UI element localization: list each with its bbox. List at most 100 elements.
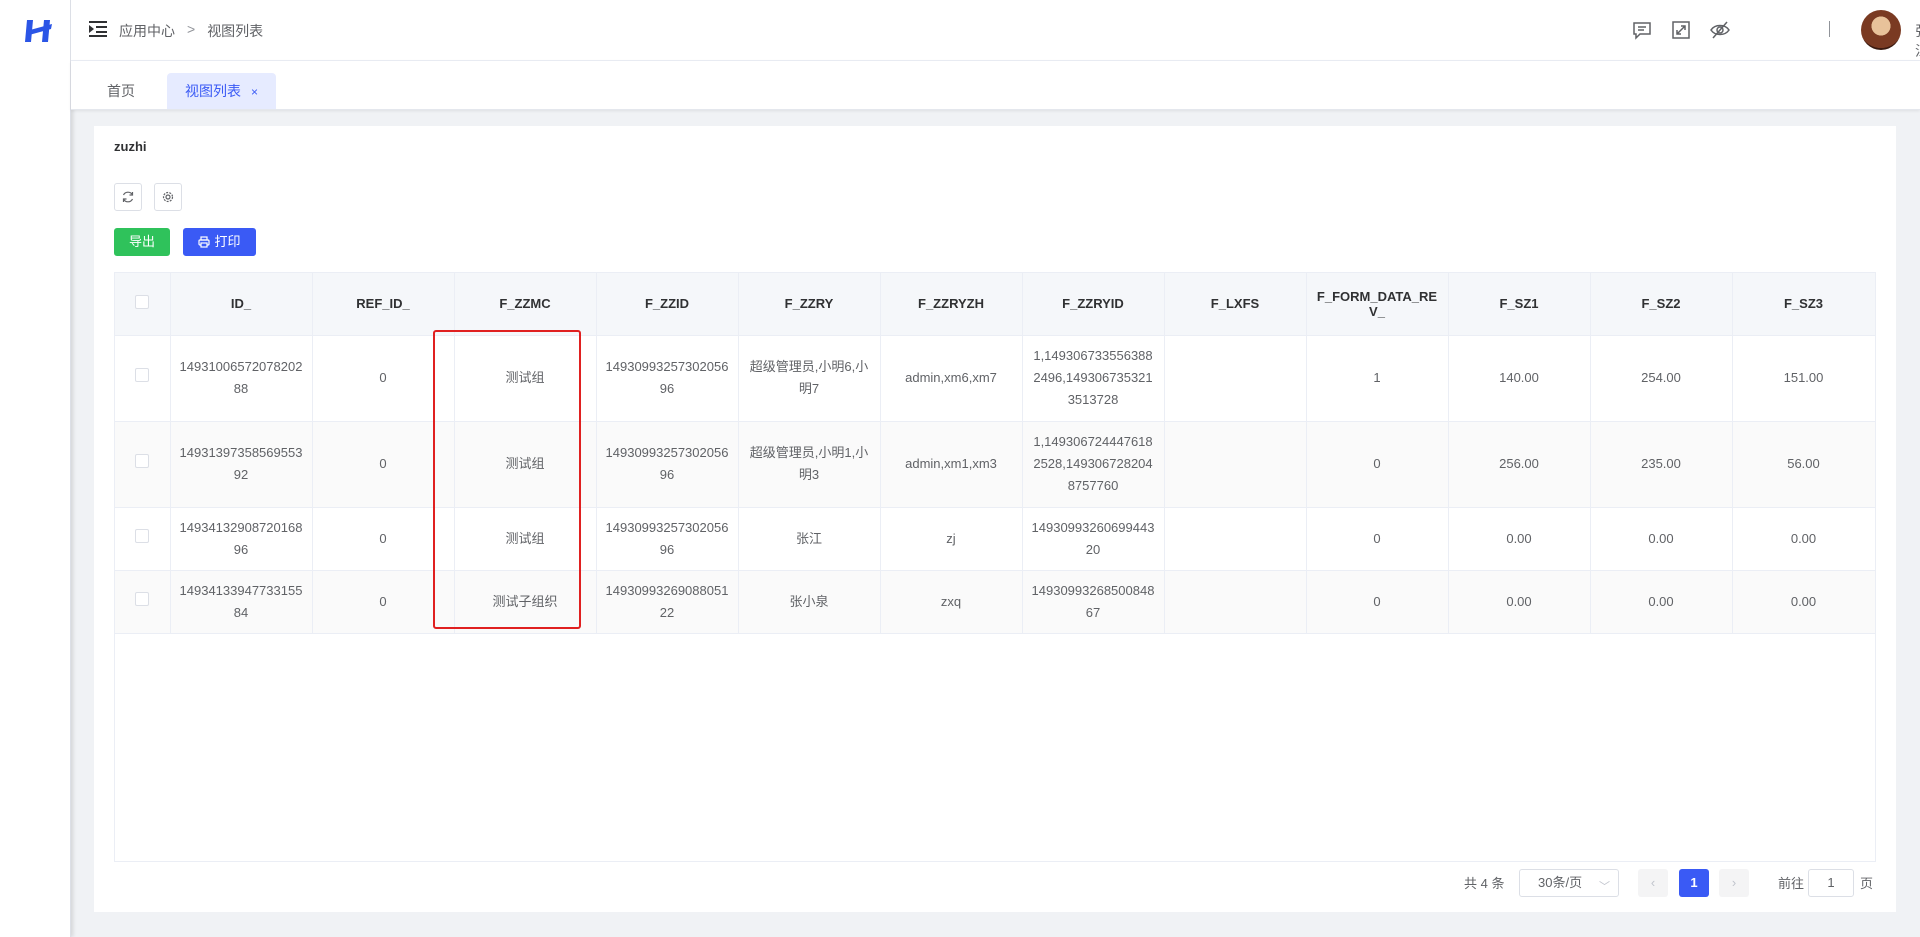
table-cell: 56.00 [1732, 421, 1876, 508]
pagination-prev-button[interactable]: ‹ [1638, 869, 1668, 897]
column-header[interactable]: F_SZ3 [1732, 273, 1876, 336]
table-cell: 0.00 [1732, 570, 1876, 634]
table-cell: 1493099325730205696 [596, 507, 739, 571]
print-button-label: 打印 [214, 234, 241, 249]
row-checkbox[interactable] [135, 368, 150, 382]
table-row[interactable]: 1493413394773315584 0 测试子组织 149309932690… [115, 570, 1876, 634]
logo-icon[interactable] [24, 16, 54, 46]
table-header-row: ID_ REF_ID_ F_ZZMC F_ZZID F_ZZRY F_ZZRYZ… [115, 273, 1876, 336]
table-cell: 1493100657207820288 [170, 335, 313, 422]
refresh-icon [122, 191, 134, 203]
table-row[interactable]: 1493139735856955392 0 测试组 14930993257302… [115, 421, 1876, 508]
page-size-select[interactable]: 30条/页 ﹀ [1519, 869, 1619, 897]
row-select-cell [115, 507, 171, 571]
row-select-cell [115, 570, 171, 634]
table-cell: 0.00 [1590, 570, 1733, 634]
export-button[interactable]: 导出 [114, 228, 170, 256]
printer-icon [198, 236, 211, 248]
table-cell: 151.00 [1732, 335, 1876, 422]
pagination-goto-label: 前往 [1778, 876, 1805, 891]
table-cell: 测试组 [454, 421, 597, 508]
fullscreen-icon[interactable] [1670, 19, 1692, 41]
page-size-value: 30条/页 [1538, 875, 1583, 890]
table-cell: 0.00 [1448, 507, 1591, 571]
view-title: zuzhi [114, 139, 147, 154]
table-cell [1164, 507, 1307, 571]
pagination-page-1[interactable]: 1 [1679, 869, 1709, 897]
table-cell: zxq [880, 570, 1023, 634]
table-cell: 超级管理员,小明6,小明7 [738, 335, 881, 422]
breadcrumb-current: 视图列表 [207, 23, 264, 39]
table-cell: 超级管理员,小明1,小明3 [738, 421, 881, 508]
table-cell: 张小泉 [738, 570, 881, 634]
pagination-next-button[interactable]: › [1719, 869, 1749, 897]
table-cell: 1,1493067335563882496,149306735321351372… [1022, 335, 1165, 422]
column-header[interactable]: F_ZZRY [738, 273, 881, 336]
table-cell [1164, 570, 1307, 634]
tab-view-list[interactable]: 视图列表 × [167, 73, 277, 109]
chevron-down-icon: ﹀ [1599, 881, 1610, 893]
column-header[interactable]: F_ZZRYZH [880, 273, 1023, 336]
user-name[interactable]: 张江 [1915, 21, 1920, 61]
table-cell: 0.00 [1732, 507, 1876, 571]
column-header[interactable]: F_SZ1 [1448, 273, 1591, 336]
table-cell: 张江 [738, 507, 881, 571]
table-cell: 测试组 [454, 507, 597, 571]
select-all-checkbox[interactable] [135, 295, 150, 310]
column-header[interactable]: F_SZ2 [1590, 273, 1733, 336]
table-cell [1164, 421, 1307, 508]
row-checkbox[interactable] [135, 528, 150, 543]
column-header[interactable]: F_ZZRYID [1022, 273, 1165, 336]
row-checkbox[interactable] [135, 591, 150, 606]
column-header[interactable]: ID_ [170, 273, 313, 336]
tab-home-label: 首页 [107, 83, 135, 99]
table-cell: 1493099325730205696 [596, 421, 739, 508]
table-cell: admin,xm6,xm7 [880, 335, 1023, 422]
row-checkbox[interactable] [135, 454, 150, 468]
settings-button[interactable] [154, 183, 182, 211]
top-header: 应用中心 > 视图列表 张江 [71, 0, 1920, 61]
table-cell: 1493413290872016896 [170, 507, 313, 571]
table-cell: 0 [1306, 421, 1449, 508]
print-button[interactable]: 打印 [183, 228, 256, 256]
table-cell: 254.00 [1590, 335, 1733, 422]
table-cell: 1 [1306, 335, 1449, 422]
table-row[interactable]: 1493100657207820288 0 测试组 14930993257302… [115, 335, 1876, 422]
table-cell: 1493099326850084867 [1022, 570, 1165, 634]
table-cell: 0.00 [1590, 507, 1733, 571]
column-header[interactable]: REF_ID_ [312, 273, 455, 336]
pagination-goto-input[interactable]: 1 [1808, 869, 1854, 897]
table-cell: zj [880, 507, 1023, 571]
refresh-button[interactable] [114, 183, 142, 211]
table-cell: 1493413394773315584 [170, 570, 313, 634]
theme-eye-off-icon[interactable] [1709, 19, 1731, 41]
table-cell: 235.00 [1590, 421, 1733, 508]
breadcrumb-separator: > [187, 21, 196, 37]
row-select-cell [115, 335, 171, 422]
header-divider [1829, 21, 1830, 37]
sidebar [0, 0, 71, 937]
table-cell: 1493099326069944320 [1022, 507, 1165, 571]
tab-home[interactable]: 首页 [89, 73, 153, 109]
table-row[interactable]: 1493413290872016896 0 测试组 14930993257302… [115, 507, 1876, 571]
pagination-page-suffix: 页 [1860, 876, 1874, 891]
column-header[interactable]: F_LXFS [1164, 273, 1307, 336]
tab-close-icon[interactable]: × [251, 85, 258, 99]
menu-fold-icon[interactable] [89, 20, 109, 38]
column-header[interactable]: F_FORM_DATA_REV_ [1306, 273, 1449, 336]
column-header[interactable]: F_ZZID [596, 273, 739, 336]
content-panel: zuzhi 导出 打印 ID_ REF_ID_ F_ZZMC F_ZZID F_… [94, 126, 1896, 912]
table-cell: 测试组 [454, 335, 597, 422]
table-cell: 0.00 [1448, 570, 1591, 634]
table-cell: admin,xm1,xm3 [880, 421, 1023, 508]
table-cell: 140.00 [1448, 335, 1591, 422]
column-header[interactable]: F_ZZMC [454, 273, 597, 336]
table-cell: 0 [1306, 570, 1449, 634]
user-avatar[interactable] [1861, 10, 1901, 50]
row-select-cell [115, 421, 171, 508]
message-icon[interactable] [1631, 19, 1653, 41]
table-cell: 0 [1306, 507, 1449, 571]
table-cell: 1493099326908805122 [596, 570, 739, 634]
tab-view-list-label: 视图列表 [185, 83, 241, 99]
breadcrumb-root[interactable]: 应用中心 [119, 21, 175, 41]
